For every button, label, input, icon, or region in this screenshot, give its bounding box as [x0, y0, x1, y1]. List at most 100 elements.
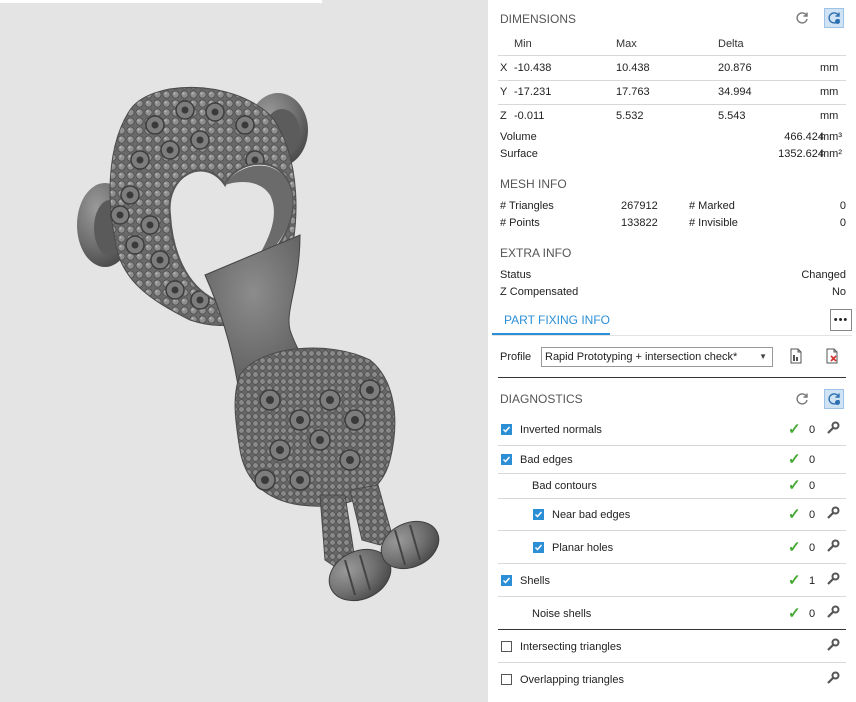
dim-x-delta: 20.876 — [718, 62, 752, 74]
profile-select[interactable]: Rapid Prototyping + intersection check* … — [541, 347, 773, 367]
wrench-icon[interactable] — [826, 421, 840, 438]
status-value: Changed — [801, 269, 846, 281]
points-value: 133822 — [621, 217, 658, 229]
z-compensated-value: No — [831, 286, 846, 298]
dim-y-delta: 34.994 — [718, 86, 752, 98]
planar-holes-label: Planar holes — [552, 542, 614, 554]
invisible-label: # Invisible — [689, 217, 738, 229]
divider — [498, 563, 846, 564]
intersecting-triangles-label: Intersecting triangles — [520, 641, 622, 653]
near-bad-edges-checkbox[interactable] — [533, 509, 544, 520]
profile-label: Profile — [500, 351, 532, 363]
dim-x-min: -10.438 — [514, 62, 552, 74]
wrench-icon[interactable] — [826, 506, 840, 523]
intersecting-triangles-checkbox[interactable] — [501, 641, 512, 652]
surface-label: Surface — [500, 148, 538, 160]
planar-holes-checkbox[interactable] — [533, 542, 544, 553]
wrench-icon[interactable] — [826, 671, 840, 688]
refresh-icon[interactable] — [792, 8, 812, 28]
planar-holes-count: 0 — [809, 542, 816, 554]
checkmark-icon: ✓ — [788, 605, 801, 622]
dim-col-max: Max — [616, 38, 637, 50]
checkmark-icon: ✓ — [788, 451, 801, 468]
checkmark-icon: ✓ — [788, 477, 801, 494]
divider — [498, 80, 846, 81]
dim-y-min: -17.231 — [514, 86, 552, 98]
marked-value: 0 — [839, 200, 846, 212]
divider — [498, 629, 846, 630]
checkmark-icon: ✓ — [788, 506, 801, 523]
volume-unit: mm³ — [820, 131, 842, 143]
inverted-normals-count: 0 — [809, 424, 816, 436]
noise-shells-count: 0 — [809, 608, 816, 620]
bad-edges-label: Bad edges — [520, 454, 573, 466]
dim-col-min: Min — [514, 38, 532, 50]
dim-z-delta: 5.543 — [718, 110, 746, 122]
bad-edges-checkbox[interactable] — [501, 454, 512, 465]
shells-count: 1 — [809, 575, 816, 587]
dimensions-title: DIMENSIONS — [500, 12, 577, 26]
wrench-icon[interactable] — [826, 605, 840, 622]
z-compensated-label: Z Compensated — [500, 286, 579, 298]
inverted-normals-label: Inverted normals — [520, 424, 602, 436]
divider — [498, 104, 846, 105]
more-options-button[interactable]: ••• — [830, 309, 852, 331]
volume-label: Volume — [500, 131, 537, 143]
divider — [498, 445, 846, 446]
divider — [498, 596, 846, 597]
auto-refresh-icon[interactable] — [824, 8, 844, 28]
invisible-value: 0 — [839, 217, 846, 229]
profile-select-value: Rapid Prototyping + intersection check* — [545, 351, 738, 363]
checkmark-icon: ✓ — [788, 572, 801, 589]
divider — [498, 473, 846, 474]
divider — [498, 530, 846, 531]
tab-part-fixing-info[interactable]: PART FIXING INFO — [504, 313, 610, 327]
inverted-normals-checkbox[interactable] — [501, 424, 512, 435]
properties-panel: DIMENSIONS Min Max Delta X -10.438 10.43… — [488, 0, 856, 702]
clear-report-icon[interactable] — [822, 346, 842, 366]
chevron-down-icon: ▼ — [759, 352, 767, 361]
status-label: Status — [500, 269, 532, 281]
overlapping-triangles-checkbox[interactable] — [501, 674, 512, 685]
dim-y-unit: mm — [820, 86, 839, 98]
marked-label: # Marked — [689, 200, 735, 212]
dim-col-delta: Delta — [718, 38, 744, 50]
divider — [492, 335, 852, 336]
viewport-top-strip — [0, 0, 322, 3]
volume-value: 466.424 — [784, 131, 824, 143]
mesh-info-title: MESH INFO — [500, 177, 567, 191]
shells-label: Shells — [520, 575, 550, 587]
dim-z-unit: mm — [820, 110, 839, 122]
points-label: # Points — [500, 217, 540, 229]
dim-z-max: 5.532 — [616, 110, 644, 122]
extra-info-title: EXTRA INFO — [500, 246, 572, 260]
triangles-value: 267912 — [621, 200, 658, 212]
diagnostics-title: DIAGNOSTICS — [500, 392, 583, 406]
checkmark-icon: ✓ — [788, 421, 801, 438]
dim-axis-z: Z — [500, 110, 507, 122]
wrench-icon[interactable] — [826, 539, 840, 556]
divider — [498, 498, 846, 499]
export-report-icon[interactable] — [786, 346, 806, 366]
surface-unit: mm² — [820, 148, 842, 160]
dim-x-max: 10.438 — [616, 62, 650, 74]
wrench-icon[interactable] — [826, 572, 840, 589]
divider — [498, 662, 846, 663]
shells-checkbox[interactable] — [501, 575, 512, 586]
bad-contours-count: 0 — [809, 480, 816, 492]
refresh-icon[interactable] — [792, 389, 812, 409]
wrench-icon[interactable] — [826, 638, 840, 655]
dim-x-unit: mm — [820, 62, 839, 74]
near-bad-edges-count: 0 — [809, 509, 816, 521]
dim-axis-y: Y — [500, 86, 508, 98]
bad-edges-count: 0 — [809, 454, 816, 466]
checkmark-icon: ✓ — [788, 539, 801, 556]
auto-refresh-icon[interactable] — [824, 389, 844, 409]
3d-model-render — [77, 86, 440, 602]
dim-y-max: 17.763 — [616, 86, 650, 98]
overlapping-triangles-label: Overlapping triangles — [520, 674, 624, 686]
divider — [498, 55, 846, 56]
3d-viewport[interactable] — [0, 0, 488, 702]
bad-contours-label: Bad contours — [532, 480, 597, 492]
surface-value: 1352.624 — [778, 148, 824, 160]
